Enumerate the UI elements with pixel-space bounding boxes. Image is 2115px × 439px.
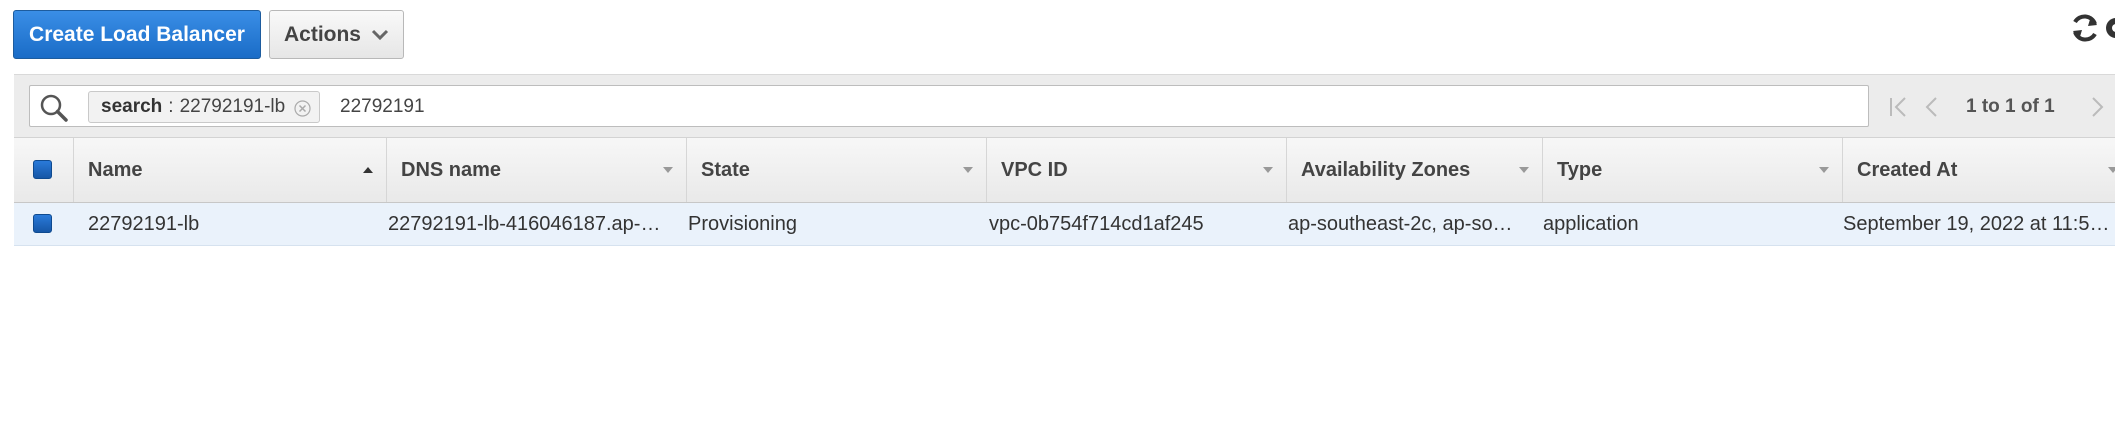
sort-caret-icon — [963, 167, 973, 173]
load-balancers-table: Name DNS name State VPC ID Availability … — [14, 137, 2115, 246]
previous-page-icon[interactable] — [1922, 94, 1942, 120]
actions-label: Actions — [283, 22, 361, 46]
column-header-dns-name[interactable]: DNS name — [386, 138, 686, 202]
column-header-label: DNS name — [401, 158, 502, 181]
column-header-state[interactable]: State — [686, 138, 986, 202]
gear-icon[interactable] — [2102, 12, 2115, 44]
row-select-checkbox[interactable] — [33, 214, 52, 233]
column-header-label: Type — [1557, 158, 1603, 181]
search-query-text: 22792191 — [340, 96, 425, 117]
column-header-label: Availability Zones — [1301, 158, 1471, 181]
column-header-type[interactable]: Type — [1542, 138, 1842, 202]
sort-caret-icon — [1819, 167, 1829, 173]
column-header-label: Created At — [1857, 158, 1958, 181]
sort-caret-icon — [1263, 167, 1273, 173]
filter-token: search : 22792191-lb — [88, 91, 321, 123]
search-input[interactable]: search : 22792191-lb 22792191 — [29, 85, 1869, 127]
cell-type: application — [1543, 212, 1639, 235]
sort-caret-icon — [1519, 167, 1529, 173]
toolbar: Create Load Balancer Actions — [0, 0, 2115, 72]
column-header-label: VPC ID — [1001, 158, 1068, 181]
sort-caret-icon — [2108, 167, 2115, 173]
column-header-vpc-id[interactable]: VPC ID — [986, 138, 1286, 202]
create-load-balancer-button[interactable]: Create Load Balancer — [13, 10, 261, 59]
column-header-name[interactable]: Name — [73, 138, 386, 202]
column-header-label: Name — [88, 158, 143, 181]
select-all-checkbox[interactable] — [33, 160, 52, 179]
actions-dropdown-button[interactable]: Actions — [269, 10, 404, 59]
cell-name: 22792191-lb — [88, 212, 200, 235]
chevron-down-icon — [371, 29, 389, 40]
cell-vpc-id: vpc-0b754f714cd1af245 — [989, 212, 1204, 235]
column-header-label: State — [701, 158, 750, 181]
first-page-icon[interactable] — [1888, 94, 1910, 120]
table-row[interactable]: 22792191-lb 22792191-lb-416046187.ap-… P… — [14, 203, 2115, 246]
filter-token-value: 22792191-lb — [179, 96, 286, 117]
search-icon — [40, 94, 68, 122]
close-icon[interactable] — [294, 100, 311, 117]
filter-token-separator: : — [168, 96, 174, 117]
sort-caret-icon — [663, 167, 673, 173]
cell-state: Provisioning — [688, 212, 797, 235]
cell-created-at: September 19, 2022 at 11:5… — [1843, 212, 2110, 235]
cell-dns-name: 22792191-lb-416046187.ap-… — [388, 212, 661, 235]
column-header-created-at[interactable]: Created At — [1842, 138, 2115, 202]
filter-bar: search : 22792191-lb 22792191 1 to 1 of … — [14, 74, 2115, 138]
sort-ascending-icon — [363, 167, 373, 173]
refresh-icon[interactable] — [2069, 12, 2101, 44]
column-header-availability-zones[interactable]: Availability Zones — [1286, 138, 1542, 202]
cell-availability-zones: ap-southeast-2c, ap-so… — [1288, 212, 1513, 235]
table-header: Name DNS name State VPC ID Availability … — [14, 137, 2115, 203]
pagination-text: 1 to 1 of 1 — [1966, 96, 2055, 117]
next-page-icon[interactable] — [2087, 94, 2107, 120]
filter-token-key: search — [101, 96, 163, 117]
